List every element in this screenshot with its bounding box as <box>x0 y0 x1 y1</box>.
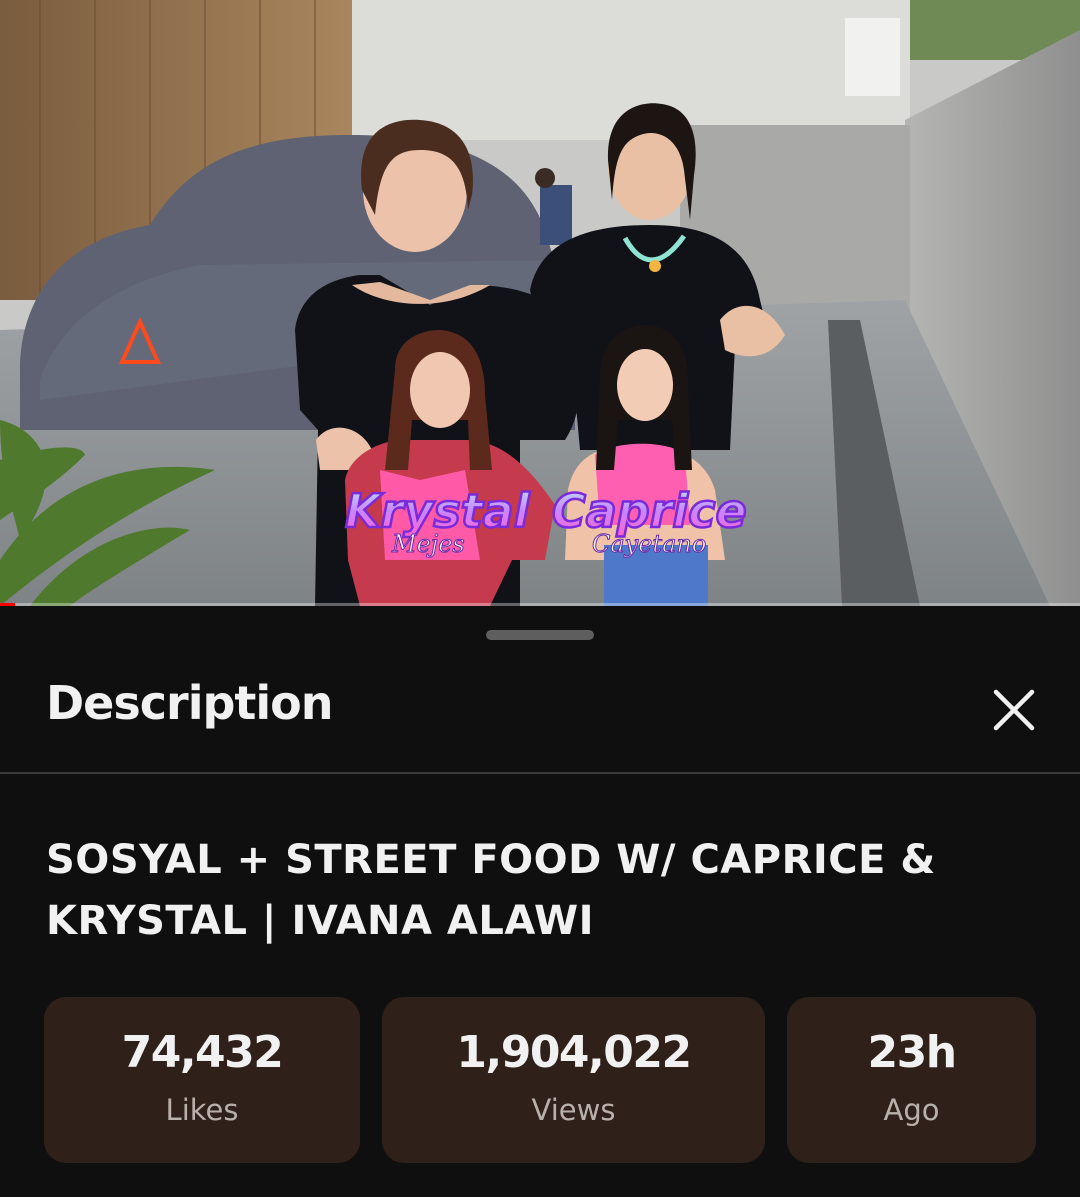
stat-likes: 74,432 Likes <box>44 997 360 1163</box>
stat-ago-value: 23h <box>867 1027 957 1078</box>
sheet-title: Description <box>46 676 334 730</box>
stat-likes-label: Likes <box>165 1093 239 1127</box>
video-title-line-1: SOSYAL + STREET FOOD W/ CAPRICE & <box>46 837 936 883</box>
description-sheet: Description SOSYAL + STREET FOOD W/ CAPR… <box>0 608 1080 1197</box>
stat-views-value: 1,904,022 <box>456 1027 692 1078</box>
stat-views-label: Views <box>531 1093 616 1127</box>
stat-views: 1,904,022 Views <box>382 997 765 1163</box>
overlay-surname-caprice: Cayetano <box>592 530 706 558</box>
stat-ago-label: Ago <box>883 1093 940 1127</box>
video-progress-fill <box>0 603 16 606</box>
close-icon <box>993 689 1035 731</box>
video-title: SOSYAL + STREET FOOD W/ CAPRICE & KRYSTA… <box>46 830 1006 952</box>
video-progress-bar[interactable] <box>0 603 1080 606</box>
video-player[interactable]: Krystal Mejes Caprice Cayetano <box>0 0 1080 606</box>
divider <box>0 772 1080 774</box>
video-frame: Krystal Mejes Caprice Cayetano <box>0 0 1080 606</box>
video-title-line-2: KRYSTAL | IVANA ALAWI <box>46 898 595 944</box>
close-button[interactable] <box>984 680 1044 740</box>
stat-ago: 23h Ago <box>787 997 1036 1163</box>
stat-likes-value: 74,432 <box>121 1027 284 1078</box>
overlay-surname-krystal: Mejes <box>391 530 465 558</box>
drag-handle[interactable] <box>486 630 594 640</box>
